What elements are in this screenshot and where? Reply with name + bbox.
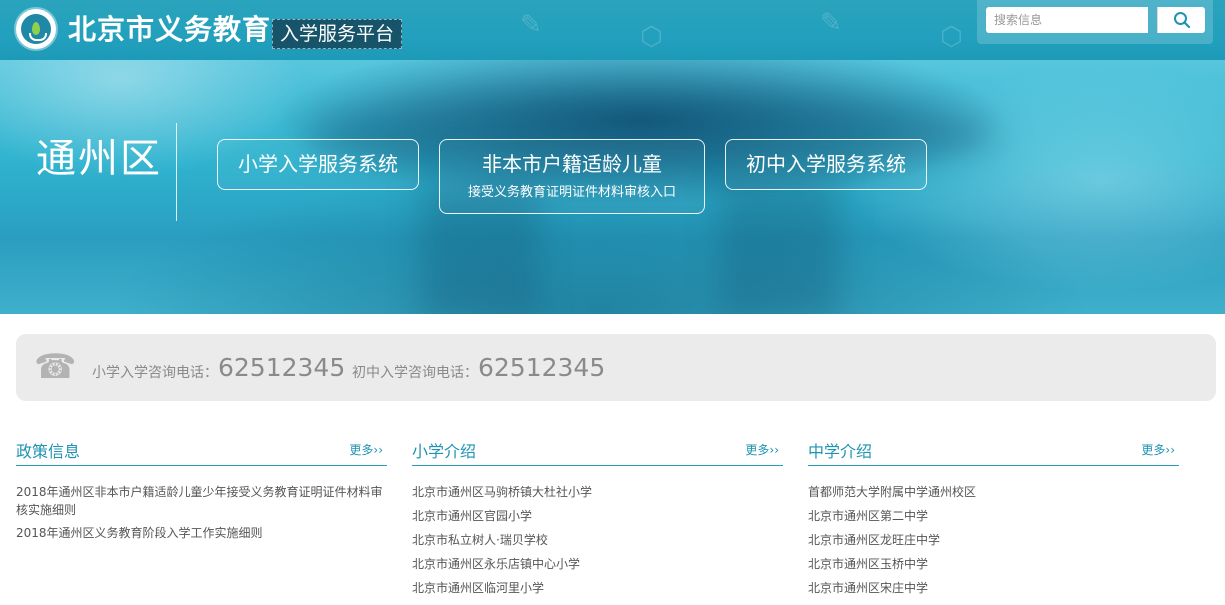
- cube-decoration-icon: ⬡: [940, 22, 963, 52]
- search-bar: [977, 0, 1213, 44]
- list-item[interactable]: 北京市通州区龙旺庄中学: [808, 531, 1179, 549]
- middle-hotline-number: 62512345: [478, 353, 606, 382]
- more-link[interactable]: 更多››: [1141, 441, 1175, 458]
- cube-decoration-icon: ⬡: [640, 22, 663, 52]
- site-title[interactable]: 北京市义务教育: [68, 12, 271, 48]
- button-sublabel: 接受义务教育证明证件材料审核入口: [467, 185, 676, 200]
- section-header: 中学介绍 更多››: [808, 436, 1179, 466]
- section-title: 政策信息: [16, 442, 81, 461]
- search-icon: [1174, 12, 1191, 29]
- pencil-decoration-icon: ✎: [520, 10, 542, 40]
- policy-section: 政策信息 更多›› 2018年通州区非本市户籍适龄儿童少年接受义务教育证明证件材…: [16, 436, 387, 547]
- nonlocal-children-button[interactable]: 非本市户籍适龄儿童 接受义务教育证明证件材料审核入口: [439, 139, 705, 214]
- middle-schools-list: 首都师范大学附属中学通州校区 北京市通州区第二中学 北京市通州区龙旺庄中学 北京…: [808, 483, 1179, 597]
- list-item[interactable]: 北京市通州区玉桥中学: [808, 555, 1179, 573]
- section-title: 小学介绍: [412, 442, 477, 461]
- policy-list: 2018年通州区非本市户籍适龄儿童少年接受义务教育证明证件材料审核实施细则 20…: [16, 483, 387, 542]
- section-header: 政策信息 更多››: [16, 436, 387, 466]
- more-link[interactable]: 更多››: [349, 441, 383, 458]
- middle-hotline-label: 初中入学咨询电话：: [352, 365, 478, 381]
- search-button[interactable]: [1157, 7, 1205, 33]
- hotline-bar: ☎ 小学入学咨询电话： 62512345 初中入学咨询电话： 62512345: [16, 334, 1216, 401]
- site-header: ✎ ⬡ ✎ ⬡ 北京市义务教育 入学服务平台: [0, 0, 1225, 60]
- primary-hotline-number: 62512345: [218, 353, 346, 382]
- primary-schools-list: 北京市通州区马驹桥镇大杜社小学 北京市通州区官园小学 北京市私立树人·瑞贝学校 …: [412, 483, 783, 597]
- middle-enrollment-button[interactable]: 初中入学服务系统: [725, 139, 927, 190]
- section-title: 中学介绍: [808, 442, 873, 461]
- button-label: 非本市户籍适龄儿童: [482, 152, 662, 176]
- list-item[interactable]: 2018年通州区非本市户籍适龄儿童少年接受义务教育证明证件材料审核实施细则: [16, 483, 387, 519]
- list-item[interactable]: 北京市私立树人·瑞贝学校: [412, 531, 783, 549]
- button-label: 初中入学服务系统: [746, 152, 906, 176]
- telephone-icon: ☎: [34, 347, 77, 387]
- pencil-decoration-icon: ✎: [820, 8, 842, 38]
- primary-schools-section: 小学介绍 更多›› 北京市通州区马驹桥镇大杜社小学 北京市通州区官园小学 北京市…: [412, 436, 783, 603]
- district-name: 通州区: [36, 136, 162, 182]
- list-item[interactable]: 北京市通州区临河里小学: [412, 579, 783, 597]
- list-item[interactable]: 北京市通州区第二中学: [808, 507, 1179, 525]
- list-item[interactable]: 2018年通州区义务教育阶段入学工作实施细则: [16, 524, 387, 542]
- education-logo-icon[interactable]: [16, 9, 56, 49]
- list-item[interactable]: 首都师范大学附属中学通州校区: [808, 483, 1179, 501]
- more-link[interactable]: 更多››: [745, 441, 779, 458]
- divider: [176, 123, 177, 221]
- primary-enrollment-button[interactable]: 小学入学服务系统: [217, 139, 419, 190]
- middle-schools-section: 中学介绍 更多›› 首都师范大学附属中学通州校区 北京市通州区第二中学 北京市通…: [808, 436, 1179, 603]
- button-label: 小学入学服务系统: [238, 152, 398, 176]
- platform-badge: 入学服务平台: [272, 19, 403, 49]
- primary-hotline-label: 小学入学咨询电话：: [92, 365, 218, 381]
- list-item[interactable]: 北京市通州区马驹桥镇大杜社小学: [412, 483, 783, 501]
- list-item[interactable]: 北京市通州区宋庄中学: [808, 579, 1179, 597]
- list-item[interactable]: 北京市通州区官园小学: [412, 507, 783, 525]
- section-header: 小学介绍 更多››: [412, 436, 783, 466]
- search-input[interactable]: [986, 7, 1148, 33]
- list-item[interactable]: 北京市通州区永乐店镇中心小学: [412, 555, 783, 573]
